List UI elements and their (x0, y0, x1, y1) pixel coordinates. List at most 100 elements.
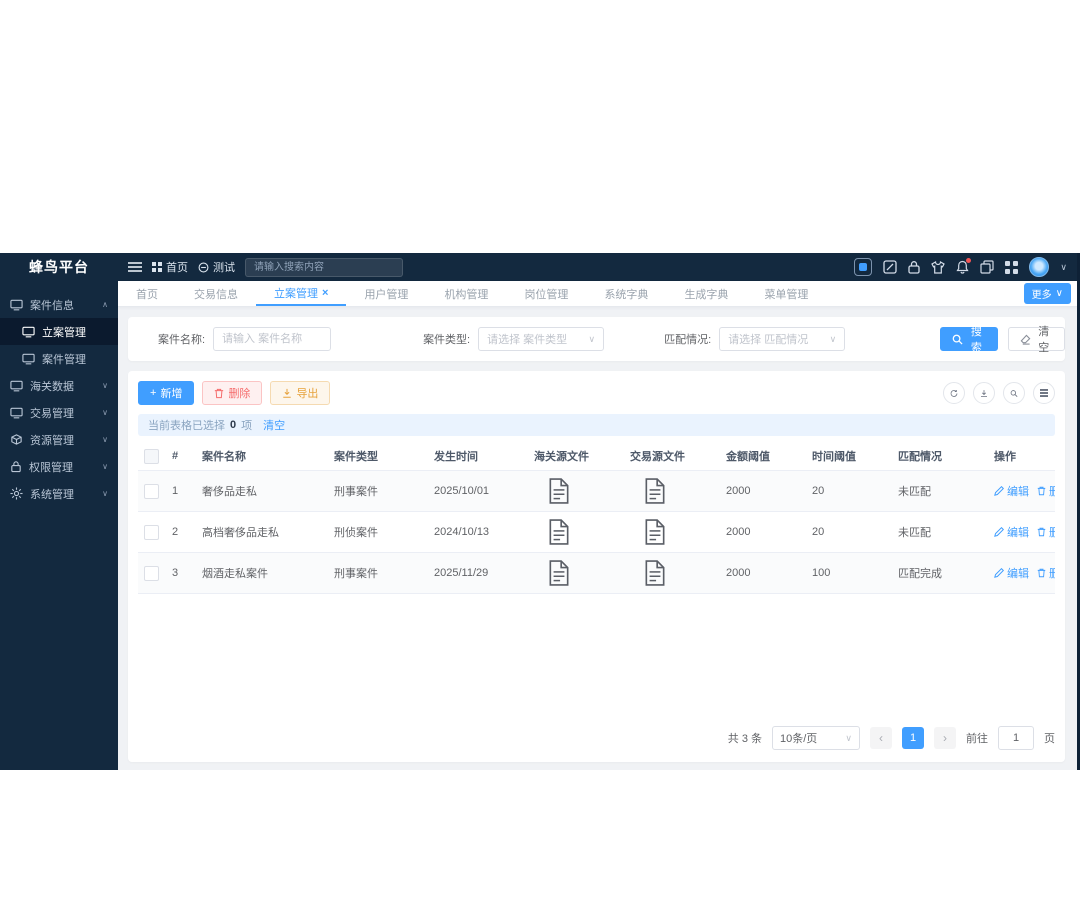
cell-amount-threshold: 2000 (720, 511, 806, 553)
row-checkbox[interactable] (144, 524, 159, 540)
tab-filing-management[interactable]: 立案管理 × (256, 281, 347, 306)
customs-file-icon[interactable] (528, 470, 624, 512)
delete-button[interactable]: 删除 (202, 381, 263, 405)
sidebar-item-system-management[interactable]: 系统管理 ∨ (0, 480, 118, 507)
copy-icon[interactable] (980, 260, 995, 274)
match-status-label: 匹配情况: (664, 334, 712, 346)
prev-page-button[interactable]: ‹ (870, 727, 892, 749)
select-all-checkbox[interactable] (144, 448, 159, 464)
goto-suffix-label: 页 (1044, 733, 1055, 745)
edit-link-label: 编辑 (1007, 527, 1029, 539)
edit-link[interactable]: 编辑 (994, 483, 1029, 499)
delete-link[interactable]: 删除 (1037, 565, 1055, 581)
search-icon (952, 334, 963, 345)
pagination-total: 共 3 条 (727, 733, 762, 745)
cell-time-threshold: 20 (806, 511, 892, 553)
delete-link[interactable]: 删除 (1037, 483, 1055, 499)
goto-page-input[interactable] (998, 726, 1034, 750)
case-name-input[interactable] (213, 327, 332, 351)
col-case-name: 案件名称 (196, 442, 328, 471)
topmenu-home[interactable]: 首页 (152, 259, 188, 275)
delete-link[interactable]: 删除 (1037, 524, 1055, 540)
sidebar-item-label: 权限管理 (29, 461, 73, 474)
export-button[interactable]: 导出 (270, 381, 331, 405)
sidebar-item-filing-management[interactable]: 立案管理 (0, 318, 118, 345)
page-size-value: 10条/页 (780, 733, 818, 745)
sidebar-item-case-info[interactable]: 案件信息 ∧ (0, 291, 118, 318)
tab-close-icon[interactable]: × (322, 287, 328, 299)
export-table-icon[interactable] (973, 382, 995, 404)
selection-clear-link[interactable]: 清空 (263, 417, 285, 433)
match-status-select[interactable]: 请选择 匹配情况 ∨ (719, 327, 846, 351)
search-toggle-icon[interactable] (1003, 382, 1025, 404)
clear-button[interactable]: 清空 (1007, 326, 1065, 354)
topmenu-test[interactable]: 测试 (198, 259, 235, 275)
page-number-button[interactable]: 1 (902, 727, 924, 749)
tab-label: 立案管理 (274, 287, 318, 300)
refresh-icon[interactable] (943, 382, 965, 404)
user-menu-chevron-icon[interactable]: ∨ (1060, 262, 1067, 273)
column-settings-icon[interactable] (1033, 382, 1055, 404)
add-button-label: 新增 (160, 388, 183, 400)
cases-table: # 案件名称 案件类型 发生时间 海关源文件 交易源文件 金额阈值 时间阈值 匹… (138, 442, 1055, 594)
transaction-file-icon[interactable] (624, 552, 720, 594)
case-type-select[interactable]: 请选择 案件类型 ∨ (478, 327, 605, 351)
search-button-label: 搜索 (970, 326, 982, 354)
tab-menu-management[interactable]: 菜单管理 (746, 281, 826, 306)
monitor-icon (10, 407, 23, 419)
bell-icon[interactable] (956, 258, 972, 274)
sidebar-item-permission-management[interactable]: 权限管理 ∨ (0, 453, 118, 480)
tab-home[interactable]: 首页 (118, 281, 176, 306)
sidebar-item-transaction-management[interactable]: 交易管理 ∨ (0, 399, 118, 426)
selection-text: 当前表格已选择 (148, 420, 225, 432)
selection-count: 0 (230, 419, 237, 431)
row-checkbox[interactable] (144, 565, 159, 581)
chevron-down-icon: ∨ (102, 489, 108, 498)
edit-link[interactable]: 编辑 (994, 524, 1029, 540)
tab-post-management[interactable]: 岗位管理 (506, 281, 586, 306)
transaction-file-icon[interactable] (624, 470, 720, 512)
page-size-select[interactable]: 10条/页 ∨ (772, 726, 860, 750)
row-checkbox[interactable] (144, 483, 159, 499)
layout-toggle-icon[interactable] (854, 258, 873, 276)
table-row: 1 奢侈品走私 刑事案件 2025/10/01 2000 20 未匹配 编辑 (138, 470, 1055, 512)
chevron-down-icon: ∨ (102, 408, 108, 417)
lock-icon (10, 460, 22, 473)
customs-file-icon[interactable] (528, 552, 624, 594)
sidebar-item-resource-management[interactable]: 资源管理 ∨ (0, 426, 118, 453)
screenshot-icon[interactable] (883, 260, 898, 274)
theme-shirt-icon[interactable] (931, 260, 946, 274)
next-page-button[interactable]: › (934, 727, 956, 749)
lock-icon[interactable] (908, 260, 921, 274)
user-avatar[interactable] (1029, 257, 1050, 277)
cell-case-type: 刑事案件 (328, 552, 428, 594)
monitor-icon (10, 299, 23, 311)
tabs-more-label: 更多 (1031, 290, 1052, 301)
add-button[interactable]: + 新增 (138, 381, 195, 405)
tab-transaction-info[interactable]: 交易信息 (176, 281, 256, 306)
fullscreen-icon[interactable] (1005, 260, 1019, 274)
tab-system-dict[interactable]: 系统字典 (586, 281, 666, 306)
app-logo[interactable]: 蜂鸟平台 (0, 253, 118, 281)
table-row: 2 高档奢侈品走私 刑侦案件 2024/10/13 2000 20 未匹配 编辑 (138, 511, 1055, 553)
plus-icon: + (150, 387, 157, 399)
edit-link[interactable]: 编辑 (994, 565, 1029, 581)
case-name-label: 案件名称: (158, 334, 206, 346)
sidebar-collapse-icon[interactable] (128, 261, 142, 273)
cell-match-status: 未匹配 (892, 470, 988, 512)
customs-file-icon[interactable] (528, 511, 624, 553)
sidebar-item-label: 案件管理 (42, 353, 86, 366)
circle-minus-icon (198, 262, 209, 273)
transaction-file-icon[interactable] (624, 511, 720, 553)
sidebar-item-case-management[interactable]: 案件管理 (0, 345, 118, 372)
tab-user-management[interactable]: 用户管理 (346, 281, 426, 306)
tabs-more-button[interactable]: 更多 ∨ (1023, 283, 1071, 304)
chevron-down-icon: ∨ (102, 435, 108, 444)
sidebar-item-customs-data[interactable]: 海关数据 ∨ (0, 372, 118, 399)
tab-org-management[interactable]: 机构管理 (426, 281, 506, 306)
tab-generate-dict[interactable]: 生成字典 (666, 281, 746, 306)
cell-case-type: 刑侦案件 (328, 511, 428, 553)
global-search-input[interactable] (245, 257, 403, 277)
search-button[interactable]: 搜索 (940, 326, 998, 354)
sidebar: 案件信息 ∧ 立案管理 案件管理 海关数据 ∨ 交易管理 ∨ 资源管理 ∨ 权限… (0, 281, 118, 770)
